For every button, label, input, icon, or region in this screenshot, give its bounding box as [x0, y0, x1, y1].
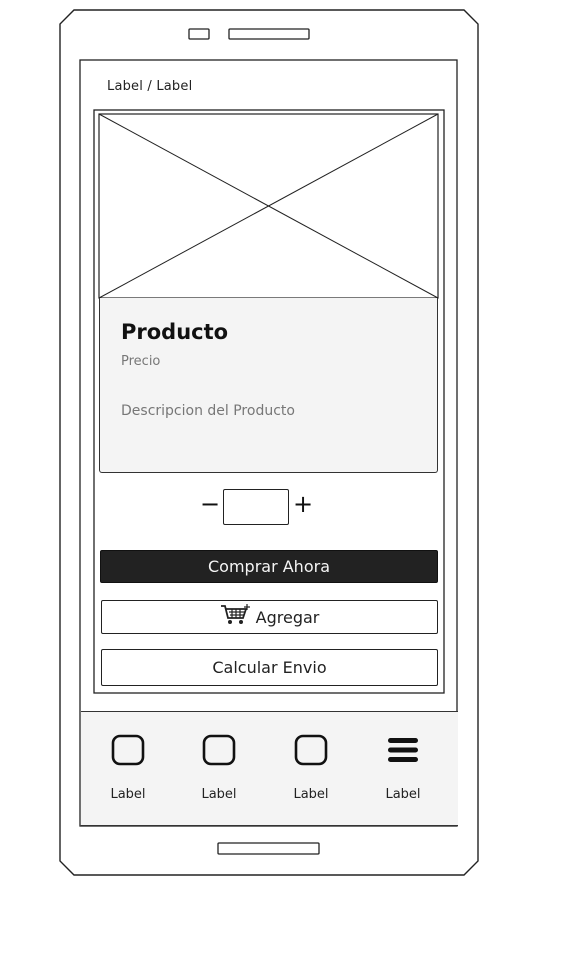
phone-frame [59, 9, 479, 876]
nav-item-label: Label [385, 787, 421, 802]
quantity-increase-button[interactable]: + [293, 492, 313, 516]
nav-item-menu[interactable]: Label [363, 712, 443, 827]
nav-item-label: Label [201, 787, 237, 802]
quantity-decrease-button[interactable]: − [200, 492, 220, 516]
calculate-shipping-button[interactable]: Calcular Envio [101, 649, 438, 686]
nav-item-2[interactable]: Label [179, 712, 259, 827]
nav-item-label: Label [293, 787, 329, 802]
breadcrumb[interactable]: Label / Label [107, 79, 192, 94]
product-title: Producto [121, 320, 229, 344]
cart-icon [220, 603, 250, 631]
menu-icon [385, 732, 421, 768]
bottom-navigation: Label Label Label Label [81, 711, 458, 826]
add-to-cart-button[interactable]: Agregar [101, 600, 438, 634]
quantity-input[interactable] [223, 489, 289, 525]
square-icon [201, 732, 237, 768]
nav-item-label: Label [110, 787, 146, 802]
nav-item-3[interactable]: Label [271, 712, 351, 827]
square-icon [110, 732, 146, 768]
nav-item-1[interactable]: Label [88, 712, 168, 827]
calculate-shipping-label: Calcular Envio [212, 658, 327, 677]
buy-now-button[interactable]: Comprar Ahora [100, 550, 438, 583]
add-to-cart-label: Agregar [255, 607, 320, 627]
buy-now-label: Comprar Ahora [207, 557, 330, 576]
product-description: Descripcion del Producto [121, 403, 295, 419]
product-price: Precio [121, 354, 161, 369]
square-icon [293, 732, 329, 768]
image-placeholder-icon [98, 113, 439, 299]
